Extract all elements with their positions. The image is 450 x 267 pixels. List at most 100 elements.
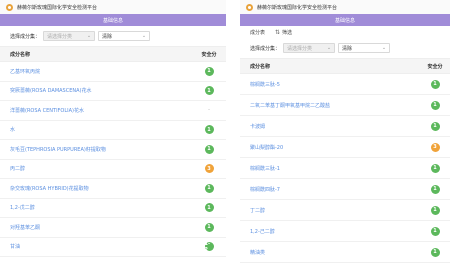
filter-icon: ⇅ xyxy=(275,28,281,36)
sort-select[interactable]: 清除 ⌄ xyxy=(98,31,151,41)
ingredient-name-link[interactable]: 1,2-戊二醇 xyxy=(0,204,192,211)
safety-cell: 1 xyxy=(192,66,226,76)
collection-select-value: 请选择分类 xyxy=(287,45,313,52)
ingredient-name-link[interactable]: 精油类 xyxy=(240,249,420,256)
ingredient-name-link[interactable]: 1,2-己二醇 xyxy=(240,228,420,235)
table-row[interactable]: 1,2-己二醇 1 xyxy=(240,221,450,242)
tool-item-label: 成分表 xyxy=(250,29,266,36)
table-row[interactable]: 1,2-戊二醇 1 xyxy=(0,199,226,218)
collection-select[interactable]: 请选择分类 ⌄ xyxy=(43,31,96,41)
safety-score-badge: 3 xyxy=(430,142,440,152)
ingredient-list: 棕榈酰三肽-5 1 二氧二苯基丁酮甲氧基甲烷二乙酸盐 1 卡波姆 1 聚山梨醇酯-20 3 棕榈… xyxy=(240,74,450,263)
banner-label: 基础信息 xyxy=(102,17,123,24)
ingredient-name-link[interactable]: 丙二醇 xyxy=(0,165,192,172)
chevron-down-icon: ⌄ xyxy=(381,45,387,51)
table-row[interactable]: 水1 xyxy=(0,121,226,140)
safety-score-badge: 3 xyxy=(204,164,214,174)
table-row[interactable]: 灰毛豆(TEPHROSIA PURPUREA)籽提取物 1 xyxy=(0,140,226,160)
table-row[interactable]: 突厥蔷薇(ROSA DAMASCENA)花水 1 xyxy=(0,82,226,101)
app-logo-icon xyxy=(246,3,253,11)
table-row[interactable]: 甘油 1-2 xyxy=(0,238,226,257)
col-safety-header: 安全分 xyxy=(427,63,443,70)
toolbar: 成分表 ⇅ 筛选 xyxy=(240,26,450,38)
safety-score-badge: 1 xyxy=(204,203,214,213)
safety-score-badge: 1 xyxy=(204,66,214,76)
section-banner: 基础信息 xyxy=(240,14,450,26)
banner-label: 基础信息 xyxy=(334,17,355,24)
table-row[interactable]: 卡波姆 1 xyxy=(240,116,450,137)
safety-score-badge: 1 xyxy=(204,125,214,135)
app-logo-icon xyxy=(6,3,13,11)
ingredient-name-link[interactable]: 棕榈酰三肽-5 xyxy=(240,81,420,88)
ingredient-name-link[interactable]: 洋蔷薇(ROSA CENTIFOLIA)花水 xyxy=(0,107,192,114)
sort-select-value: 清除 xyxy=(102,33,113,40)
ingredient-name-link[interactable]: 聚山梨醇酯-20 xyxy=(240,144,420,151)
table-row[interactable]: 棕榈酰三肽-1 1 xyxy=(240,158,450,179)
safety-cell: 1 xyxy=(192,222,226,232)
title-bar: 赫薇尔斯玫瑰国际化学安全检测平台 xyxy=(0,0,226,14)
table-row[interactable]: 二氧二苯基丁酮甲氧基甲烷二乙酸盐 1 xyxy=(240,95,450,116)
ingredient-name-link[interactable]: 丁二醇 xyxy=(240,207,420,214)
app-title: 赫薇尔斯玫瑰国际化学安全检测平台 xyxy=(17,4,98,11)
safety-cell: 1 xyxy=(420,205,450,215)
ingredient-name-link[interactable]: 卡波姆 xyxy=(240,123,420,130)
ingredient-name-link[interactable]: 杂交玫瑰(ROSA HYBRID)花提取物 xyxy=(0,185,192,192)
safety-cell: 3 xyxy=(420,142,450,152)
table-row[interactable]: 乙基环氧丙烷 1 xyxy=(0,62,226,82)
filter-button[interactable]: ⇅ 筛选 xyxy=(275,29,292,36)
chevron-down-icon: ⌄ xyxy=(141,33,147,39)
safety-score-badge: 1 xyxy=(430,184,440,194)
safety-cell: 1 xyxy=(192,144,226,154)
safety-cell: 1 xyxy=(192,125,226,135)
ingredient-name-link[interactable]: 棕榈酰四肽-7 xyxy=(240,186,420,193)
table-row[interactable]: 棕榈酰四肽-7 1 xyxy=(240,179,450,200)
safety-score-badge: 1 xyxy=(430,226,440,236)
safety-cell: 1 xyxy=(420,226,450,236)
chevron-down-icon: ⌄ xyxy=(86,33,92,39)
ingredient-name-link[interactable]: 对羟基苯乙酮 xyxy=(0,224,192,231)
col-name-header: 成分名称 xyxy=(10,51,31,58)
sort-select[interactable]: 清除 ⌄ xyxy=(338,43,391,53)
safety-cell: 1 xyxy=(420,100,450,110)
safety-cell: 1-2 xyxy=(192,241,226,253)
safety-score-badge: 1 xyxy=(430,100,440,110)
table-row[interactable]: 对羟基苯乙酮 1 xyxy=(0,218,226,238)
safety-cell: 1 xyxy=(420,184,450,194)
table-row[interactable]: 洋蔷薇(ROSA CENTIFOLIA)花水 - xyxy=(0,101,226,121)
left-panel: 赫薇尔斯玫瑰国际化学安全检测平台 基础信息 选择成分集： 请选择分类 ⌄ 清除 … xyxy=(0,0,226,267)
table-header: 成分名称 安全分 xyxy=(0,46,226,62)
ingredient-name-link[interactable]: 棕榈酰三肽-1 xyxy=(240,165,420,172)
app-title: 赫薇尔斯玫瑰国际化学安全检测平台 xyxy=(257,4,338,11)
col-safety-header: 安全分 xyxy=(201,51,217,58)
table-row[interactable]: 聚山梨醇酯-20 3 xyxy=(240,137,450,158)
safety-cell: - xyxy=(192,107,226,113)
table-row[interactable]: 棕榈酰三肽-5 1 xyxy=(240,74,450,95)
safety-cell: 1 xyxy=(420,163,450,173)
chevron-down-icon: ⌄ xyxy=(326,45,332,51)
ingredient-name-link[interactable]: 甘油 xyxy=(0,243,192,250)
safety-score-badge: 1-2 xyxy=(204,241,214,253)
table-row[interactable]: 丁二醇 1 xyxy=(240,200,450,221)
ingredient-name-link[interactable]: 灰毛豆(TEPHROSIA PURPUREA)籽提取物 xyxy=(0,146,192,153)
ingredient-name-link[interactable]: 水 xyxy=(0,126,192,133)
ingredient-table-tab[interactable]: 成分表 xyxy=(250,29,265,36)
safety-score-badge: 1 xyxy=(204,144,214,154)
section-banner: 基础信息 xyxy=(0,14,226,26)
ingredient-name-link[interactable]: 二氧二苯基丁酮甲氧基甲烷二乙酸盐 xyxy=(240,102,420,109)
safety-cell: 1 xyxy=(192,86,226,96)
table-header: 成分名称 安全分 xyxy=(240,58,450,74)
table-row[interactable]: 杂交玫瑰(ROSA HYBRID)花提取物 1 xyxy=(0,179,226,199)
safety-score-badge: 1 xyxy=(430,205,440,215)
table-row[interactable]: 精油类 1 xyxy=(240,242,450,263)
safety-score-badge: 1 xyxy=(430,247,440,257)
table-row[interactable]: 丙二醇 3 xyxy=(0,160,226,179)
ingredient-name-link[interactable]: 乙基环氧丙烷 xyxy=(0,68,192,75)
collection-select[interactable]: 请选择分类 ⌄ xyxy=(283,43,336,53)
title-bar: 赫薇尔斯玫瑰国际化学安全检测平台 xyxy=(240,0,450,14)
safety-score-badge: 1 xyxy=(204,222,214,232)
ingredient-name-link[interactable]: 突厥蔷薇(ROSA DAMASCENA)花水 xyxy=(0,87,192,94)
safety-cell: 3 xyxy=(192,164,226,174)
safety-cell: 1 xyxy=(420,121,450,131)
collection-select-value: 请选择分类 xyxy=(47,33,73,40)
safety-cell: 1 xyxy=(192,203,226,213)
